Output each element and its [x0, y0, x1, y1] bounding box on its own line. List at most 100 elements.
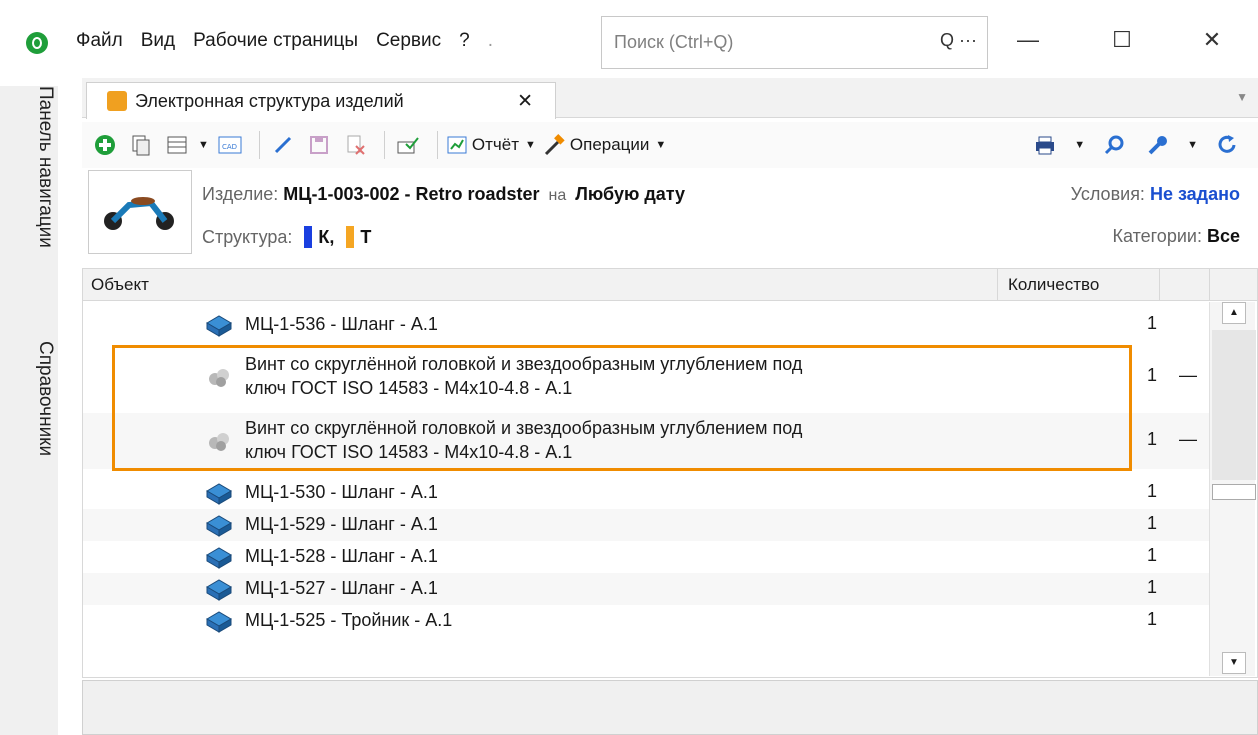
scroll-up-icon[interactable]: ▲	[1222, 302, 1246, 324]
row-marker: —	[1179, 429, 1197, 449]
row-name: МЦ-1-528 - Шланг - А.1	[245, 546, 438, 566]
add-icon[interactable]	[90, 129, 120, 161]
report-button[interactable]: Отчёт ▼	[446, 129, 536, 161]
maximize-button[interactable]: ☐	[1092, 20, 1152, 60]
main-menu: Файл Вид Рабочие страницы Сервис ? .	[76, 30, 493, 52]
row-qty: 1	[1147, 313, 1158, 333]
menu-help[interactable]: ?	[459, 30, 470, 52]
tab-product-structure[interactable]: Электронная структура изделий ✕	[86, 82, 556, 119]
print-icon[interactable]	[1030, 129, 1060, 161]
side-panel: Панель навигации Справочники	[0, 86, 58, 735]
column-extra[interactable]	[1159, 269, 1209, 300]
column-quantity[interactable]: Количество	[997, 269, 1159, 300]
part-icon	[206, 547, 232, 569]
row-qty: 1	[1147, 545, 1158, 565]
row-name: МЦ-1-536 - Шланг - А.1	[245, 314, 438, 334]
table-row[interactable]: МЦ-1-530 - Шланг - А.1 1	[83, 477, 1209, 509]
search-placeholder: Поиск (Ctrl+Q)	[614, 32, 734, 52]
report-icon	[447, 136, 467, 154]
scroll-down-icon[interactable]: ▼	[1222, 652, 1246, 674]
operations-button[interactable]: Операции ▼	[542, 129, 666, 161]
part-icon	[206, 579, 232, 601]
motorcycle-icon	[104, 197, 174, 230]
table-row[interactable]: МЦ-1-529 - Шланг - А.1 1	[83, 509, 1209, 541]
product-name[interactable]: МЦ-1-003-002 - Retro roadster	[283, 184, 539, 204]
categories-label: Категории:	[1112, 226, 1202, 246]
menu-workpages[interactable]: Рабочие страницы	[193, 30, 358, 52]
search-input[interactable]: Поиск (Ctrl+Q) Q ···	[601, 16, 988, 69]
search-icon[interactable]: Q ···	[940, 30, 977, 51]
table-row[interactable]: МЦ-1-527 - Шланг - А.1 1	[83, 573, 1209, 605]
part-icon	[206, 315, 232, 337]
close-tab-icon[interactable]: ✕	[517, 90, 533, 113]
search-icon[interactable]	[1099, 129, 1129, 161]
table-row[interactable]: МЦ-1-528 - Шланг - А.1 1	[83, 541, 1209, 573]
structure-k-swatch	[304, 226, 313, 248]
conditions-link[interactable]: Не задано	[1150, 184, 1240, 204]
cad-icon[interactable]: CAD	[215, 129, 245, 161]
copy-icon[interactable]	[126, 129, 156, 161]
wrench-icon[interactable]	[1143, 129, 1173, 161]
structure-icon	[107, 91, 127, 111]
table-view-icon[interactable]	[162, 129, 192, 161]
product-thumbnail	[88, 170, 192, 254]
chevron-down-icon[interactable]: ▼	[1236, 90, 1248, 104]
row-marker: —	[1179, 365, 1197, 385]
row-qty: 1	[1147, 609, 1158, 629]
row-name: МЦ-1-530 - Шланг - А.1	[245, 482, 438, 502]
divider	[258, 131, 260, 159]
close-window-button[interactable]: ✕	[1182, 20, 1242, 60]
scroll-thumb[interactable]	[1212, 484, 1256, 500]
navigation-panel-tab[interactable]: Панель навигации	[34, 86, 56, 248]
minimize-button[interactable]: —	[998, 20, 1058, 60]
structure-t-swatch	[346, 226, 355, 248]
row-qty: 1	[1147, 513, 1158, 533]
edit-icon[interactable]	[268, 129, 298, 161]
table-row[interactable]: МЦ-1-536 - Шланг - А.1 1	[83, 309, 1209, 341]
categories-value[interactable]: Все	[1207, 226, 1240, 246]
column-extra[interactable]	[1209, 269, 1257, 300]
menu-view[interactable]: Вид	[141, 30, 175, 52]
product-label: Изделие:	[202, 184, 279, 204]
structure-line: Структура: К, Т	[202, 226, 371, 248]
row-name: МЦ-1-527 - Шланг - А.1	[245, 578, 438, 598]
vertical-scrollbar[interactable]: ▲ ▼	[1209, 302, 1256, 676]
structure-k[interactable]: К,	[318, 227, 334, 248]
divider	[436, 131, 438, 159]
cancel-edit-icon[interactable]	[340, 129, 370, 161]
menu-service[interactable]: Сервис	[376, 30, 441, 52]
apply-icon[interactable]	[393, 129, 423, 161]
references-tab[interactable]: Справочники	[34, 341, 56, 456]
row-qty: 1	[1147, 481, 1158, 501]
part-icon	[206, 515, 232, 537]
row-name: МЦ-1-525 - Тройник - А.1	[245, 610, 453, 630]
operations-label: Операции	[569, 135, 650, 154]
selection-highlight	[112, 345, 1132, 471]
tab-label: Электронная структура изделий	[135, 90, 404, 111]
chevron-down-icon[interactable]: ▼	[198, 129, 209, 161]
chevron-down-icon[interactable]: ▼	[1074, 129, 1085, 161]
save-icon[interactable]	[304, 129, 334, 161]
date-value[interactable]: Любую дату	[575, 184, 685, 204]
date-prefix: на	[548, 187, 567, 204]
conditions: Условия: Не задано	[1071, 184, 1240, 205]
product-line: Изделие: МЦ-1-003-002 - Retro roadster н…	[202, 184, 685, 205]
table-row[interactable]: МЦ-1-525 - Тройник - А.1 1	[83, 605, 1209, 637]
refresh-icon[interactable]	[1212, 129, 1242, 161]
hammer-icon	[544, 134, 565, 156]
structure-grid: Объект Количество МЦ-1-536 - Шланг - А.1…	[82, 268, 1258, 678]
status-bar	[82, 680, 1258, 735]
chevron-down-icon[interactable]: ▼	[1187, 129, 1198, 161]
menu-file[interactable]: Файл	[76, 30, 123, 52]
part-icon	[206, 483, 232, 505]
structure-t[interactable]: Т	[360, 227, 371, 248]
row-qty: 1	[1147, 577, 1158, 597]
scroll-track[interactable]	[1212, 330, 1256, 480]
part-icon	[206, 611, 232, 633]
categories: Категории: Все	[1112, 226, 1240, 247]
chevron-down-icon: ▼	[525, 139, 536, 151]
tab-strip: Электронная структура изделий ✕ ▼	[82, 78, 1258, 119]
column-object[interactable]: Объект	[91, 275, 149, 295]
menu-more[interactable]: .	[488, 30, 493, 52]
structure-label: Структура:	[202, 226, 293, 247]
